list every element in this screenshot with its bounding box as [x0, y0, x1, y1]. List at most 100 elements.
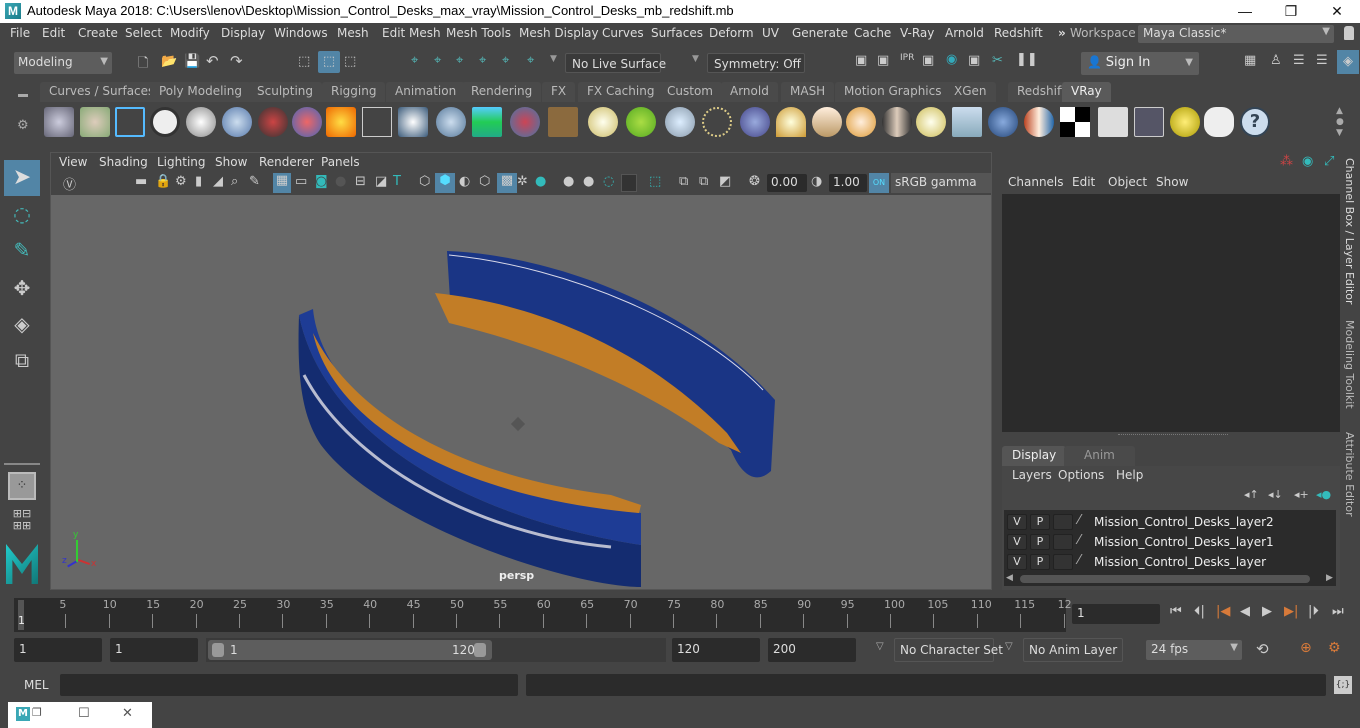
textured-icon[interactable]: ▩ [497, 173, 517, 193]
shelf-menu-icon[interactable] [18, 94, 28, 97]
vray-texture-icon[interactable] [548, 107, 578, 137]
menu-mesh[interactable]: Mesh [337, 26, 369, 40]
shelf-tab-mash[interactable]: MASH [781, 82, 835, 102]
close-icon[interactable]: ✕ [122, 706, 133, 721]
vray-mesh-light-icon[interactable] [362, 107, 392, 137]
vray-grass-icon[interactable] [626, 107, 656, 137]
chevron-down-icon[interactable]: ▽ [876, 641, 884, 652]
select-hierarchy-icon[interactable]: ⬚ [298, 54, 310, 69]
viewport-menu-panels[interactable]: Panels [321, 155, 360, 169]
anti-aliasing-icon[interactable]: ◌ [603, 174, 614, 189]
xray-active-icon[interactable]: ◩ [719, 174, 731, 189]
grease-pencil-icon[interactable]: ✎ [249, 174, 260, 189]
menu-surfaces[interactable]: Surfaces [651, 26, 703, 40]
panel-splitter[interactable] [1118, 434, 1228, 436]
step-forward-key-icon[interactable]: ▶| [1284, 604, 1298, 619]
vray-cone-sphere-icon[interactable] [436, 107, 466, 137]
bookmark-icon[interactable]: ▮ [195, 174, 202, 189]
ipr-render-icon[interactable]: IPR [900, 53, 914, 63]
layer-tab-anim[interactable]: Anim [1064, 446, 1135, 466]
live-surface-field[interactable]: No Live Surface [565, 53, 666, 73]
layer-name[interactable]: Mission_Control_Desks_layer [1094, 555, 1266, 569]
vray-light-dome-icon[interactable] [776, 107, 806, 137]
range-end-handle[interactable] [474, 643, 486, 657]
menu-mesh-display[interactable]: Mesh Display [519, 26, 599, 40]
snap-live-icon[interactable]: ⌖ [502, 53, 509, 68]
animation-prefs-icon[interactable]: ⚙ [1328, 640, 1341, 656]
vray-spot-light-icon[interactable] [812, 107, 842, 137]
shelf-tab-motion-graphics[interactable]: Motion Graphics [835, 82, 951, 102]
undo-icon[interactable]: ↶ [206, 52, 219, 70]
vray-ies-light-icon[interactable] [882, 107, 912, 137]
attribute-editor-toggle-icon[interactable]: ◉ [1302, 154, 1313, 169]
wireframe-on-shaded-icon[interactable]: ⬡ [479, 174, 490, 189]
modeling-toolkit-icon[interactable]: ▦ [1244, 53, 1256, 68]
motion-blur-icon[interactable]: ● [583, 174, 594, 189]
pause-icon[interactable]: ❚❚ [1016, 52, 1038, 67]
exposure-field[interactable]: 0.00 [767, 174, 807, 192]
layer-color-icon[interactable]: ⁄ [1078, 553, 1080, 568]
display-type-toggle[interactable] [1053, 514, 1073, 530]
select-component-icon[interactable]: ⬚ [344, 54, 356, 69]
layers-menu[interactable]: Layers [1012, 468, 1052, 482]
shelf-tab-poly-modeling[interactable]: Poly Modeling [150, 82, 251, 102]
menu-set-dropdown[interactable]: Modeling ▼ [14, 52, 112, 74]
new-layer-icon[interactable]: ◂+ [1294, 488, 1309, 501]
shadows-icon[interactable]: ● [535, 174, 546, 189]
character-controls-icon[interactable]: ♙ [1270, 53, 1282, 68]
hypershade-icon[interactable]: ◉ [946, 52, 957, 67]
channel-box-area[interactable] [1002, 194, 1340, 432]
vray-sky-icon[interactable] [952, 107, 982, 137]
shelf-tab-curves-surfaces[interactable]: Curves / Surfaces [40, 82, 164, 102]
shelf-tab-animation[interactable]: Animation [386, 82, 466, 102]
render-current-icon[interactable]: ▣ [877, 53, 889, 68]
menu-select[interactable]: Select [125, 26, 162, 40]
shelf-scroll-icon[interactable]: ▲ ● ▼ [1336, 106, 1344, 139]
xray-joints-icon[interactable]: ⧉ [699, 174, 708, 189]
playback-toggle[interactable]: P [1030, 554, 1050, 570]
lasso-tool-icon[interactable]: ◌ [6, 202, 38, 234]
step-back-key-icon[interactable]: |◀ [1216, 604, 1230, 619]
channel-box-icon[interactable]: ⁂ [1280, 154, 1293, 169]
character-set-field[interactable]: No Character Set [894, 638, 1003, 662]
smooth-shade-icon[interactable]: ⬢ [435, 173, 455, 193]
menu-edit[interactable]: Edit [42, 26, 65, 40]
step-forward-frame-icon[interactable]: |⏵ [1308, 604, 1319, 619]
camera-lock-icon[interactable]: 🔒 [155, 174, 171, 189]
viewport-menu-shading[interactable]: Shading [99, 155, 148, 169]
render-settings-icon[interactable]: ▣ [922, 53, 934, 68]
playback-end-field[interactable]: 120 [672, 638, 760, 662]
fps-dropdown[interactable]: 24 fps ▼ [1146, 640, 1242, 660]
menu-display[interactable]: Display [221, 26, 265, 40]
vray-env-icon[interactable] [1024, 107, 1054, 137]
grid-toggle-icon[interactable]: ▦ [273, 173, 291, 193]
scale-tool-icon[interactable]: ⧉ [6, 348, 38, 380]
vray-sphere-grid-icon[interactable] [740, 107, 770, 137]
xray-icon[interactable]: ⧉ [679, 174, 688, 189]
field-chart-icon[interactable]: ⊟ [355, 174, 366, 189]
time-slider-track[interactable]: 1 5 10 15 20 25 30 35 40 45 50 55 60 65 70 75 80 85 90 95 1… [14, 598, 1072, 632]
side-tab-attribute-editor[interactable]: Attribute Editor [1343, 432, 1356, 517]
animation-start-field[interactable]: 1 [14, 638, 102, 662]
camera-select-icon[interactable]: ▬ [135, 174, 147, 189]
menu-redshift[interactable]: Redshift [994, 26, 1043, 40]
depth-of-field-icon[interactable] [621, 174, 637, 192]
go-to-end-icon[interactable]: ⏭ [1332, 604, 1344, 619]
display-type-toggle[interactable] [1053, 534, 1073, 550]
close-button[interactable]: ✕ [1314, 0, 1360, 23]
vray-box-icon[interactable] [398, 107, 428, 137]
exposure-icon[interactable]: ❂ [749, 174, 760, 189]
vray-settings-icon[interactable] [1134, 107, 1164, 137]
new-scene-icon[interactable]: 🗋 [138, 54, 148, 76]
layer-row[interactable]: V P ⁄ Mission_Control_Desks_layer [1004, 552, 1336, 572]
four-view-layout-icon[interactable]: ⊞⊟ ⊞⊞ [8, 508, 36, 536]
vray-checker-icon[interactable] [1060, 107, 1090, 137]
lock-icon[interactable] [1344, 26, 1354, 40]
safe-title-icon[interactable]: T [393, 174, 401, 189]
redo-icon[interactable]: ↷ [230, 52, 243, 70]
channelbox-edit-menu[interactable]: Edit [1072, 175, 1095, 189]
symmetry-field[interactable]: Symmetry: Off [707, 53, 805, 73]
vray-light-lister-icon[interactable] [1170, 107, 1200, 137]
animation-end-field[interactable]: 200 [768, 638, 856, 662]
snap-grid-icon[interactable]: ⌖ [411, 53, 418, 68]
